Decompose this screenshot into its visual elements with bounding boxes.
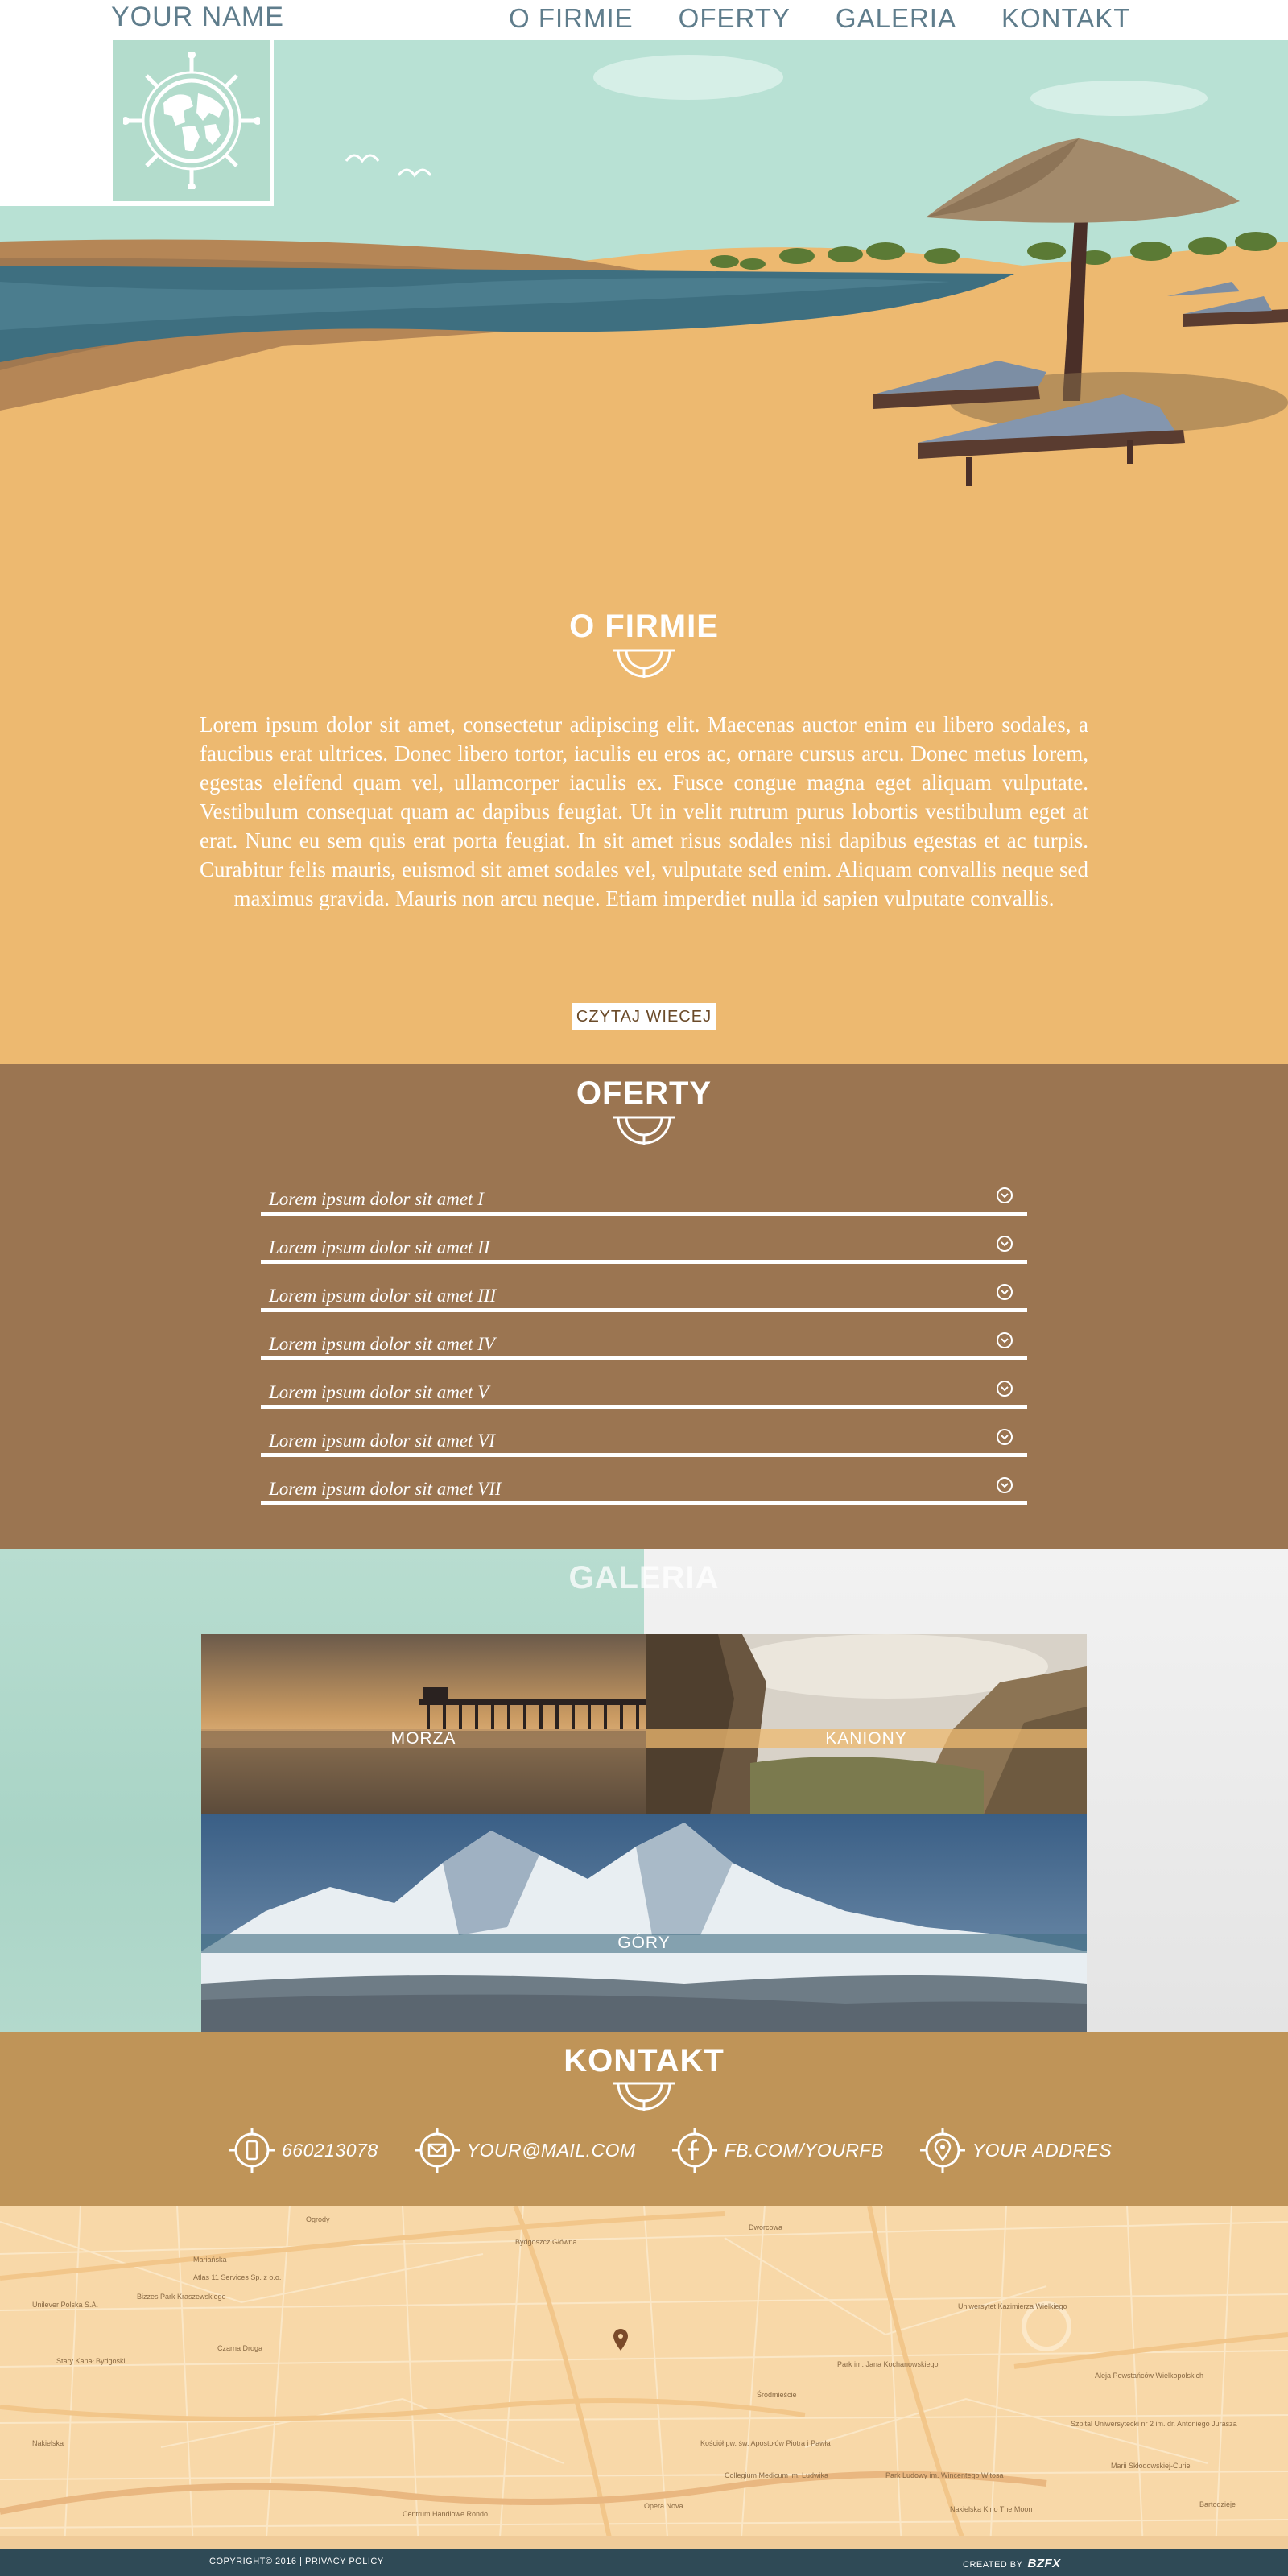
map-label: Nakielska Kino The Moon xyxy=(950,2505,1033,2513)
chevron-down-icon xyxy=(997,1429,1013,1445)
contact-title: KONTAKT xyxy=(564,2043,724,2079)
map-label: Śródmieście xyxy=(757,2391,797,2399)
chevron-down-icon xyxy=(997,1236,1013,1252)
tile-label: GÓRY xyxy=(201,1934,1087,1953)
chevron-down-icon xyxy=(997,1284,1013,1300)
tile-label: MORZA xyxy=(390,1729,456,1748)
offer-item[interactable]: Lorem ipsum dolor sit amet IV xyxy=(261,1312,1027,1360)
map-label: Szpital Uniwersytecki nr 2 im. dr. Anton… xyxy=(1071,2420,1237,2428)
chevron-down-icon xyxy=(997,1332,1013,1348)
brand-name[interactable]: YOUR NAME xyxy=(111,2,284,33)
nav-link-galeria[interactable]: GALERIA xyxy=(836,3,956,34)
half-wheel-icon xyxy=(613,649,675,678)
map-label: Nakielska xyxy=(32,2439,64,2447)
offer-item[interactable]: Lorem ipsum dolor sit amet II xyxy=(261,1216,1027,1264)
offer-item[interactable]: Lorem ipsum dolor sit amet V xyxy=(261,1360,1027,1409)
chevron-down-icon xyxy=(997,1187,1013,1203)
about-paragraph: Lorem ipsum dolor sit amet, consectetur … xyxy=(200,712,1088,910)
canyon-image xyxy=(646,1634,1087,1814)
map-label: Park Ludowy im. Wincentego Witosa xyxy=(886,2471,1004,2479)
map-label: Dworcowa xyxy=(749,2223,783,2231)
pier-sunset-image xyxy=(201,1634,646,1814)
nav-link-o-firmie[interactable]: O FIRMIE xyxy=(509,3,634,34)
map-label: Unilever Polska S.A. xyxy=(32,2301,99,2309)
map-label: Czarna Droga xyxy=(217,2344,263,2352)
offer-label: Lorem ipsum dolor sit amet VII xyxy=(269,1479,502,1499)
map-label: Stary Kanał Bydgoski xyxy=(56,2357,126,2365)
footer: COPYRIGHT© 2016 | PRIVACY POLICY CREATED… xyxy=(0,2549,1288,2576)
contact-address[interactable]: YOUR ADDRES xyxy=(919,2127,1112,2174)
email-address: YOUR@MAIL.COM xyxy=(466,2139,636,2161)
copyright-text[interactable]: COPYRIGHT© 2016 | PRIVACY POLICY xyxy=(209,2557,384,2566)
chevron-down-icon xyxy=(997,1477,1013,1493)
about-section: O FIRMIE Lorem ipsum dolor sit amet, con… xyxy=(0,523,1288,1064)
gallery-tile-kaniony[interactable]: KANIONY xyxy=(646,1634,1087,1814)
map-label: Marii Skłodowskiej-Curie xyxy=(1111,2462,1191,2470)
gallery-tile-gory[interactable]: GÓRY xyxy=(201,1814,1087,2032)
location-map[interactable]: Bydgoszcz Główna Mariańska Ogrody Dworco… xyxy=(0,2206,1288,2549)
gallery-tile-morza[interactable]: MORZA xyxy=(201,1634,646,1814)
ship-wheel-globe-icon xyxy=(123,52,260,189)
credit-label: CREATED BY xyxy=(963,2560,1023,2570)
map-label: Bizzes Park Kraszewskiego xyxy=(137,2293,226,2301)
contact-section: KONTAKT 660213078 YOUR@MAIL.COM FB.COM/Y… xyxy=(0,2032,1288,2206)
offer-list: Lorem ipsum dolor sit amet I Lorem ipsum… xyxy=(261,1167,1027,1505)
map-label: Bydgoszcz Główna xyxy=(515,2238,577,2246)
map-label: Mariańska xyxy=(193,2256,227,2264)
nav-link-oferty[interactable]: OFERTY xyxy=(679,3,791,34)
top-navigation-bar: YOUR NAME O FIRMIE OFERTY GALERIA KONTAK… xyxy=(0,0,1288,40)
map-label: Collegium Medicum im. Ludwika xyxy=(724,2471,829,2479)
map-label: Opera Nova xyxy=(644,2502,683,2510)
contact-facebook[interactable]: FB.COM/YOURFB xyxy=(671,2127,884,2174)
offers-section: OFERTY Lorem ipsum dolor sit amet I Lore… xyxy=(0,1064,1288,1549)
map-label: Centrum Handlowe Rondo xyxy=(402,2510,489,2518)
map-label: Uniwersytet Kazimierza Wielkiego xyxy=(958,2302,1067,2310)
offer-label: Lorem ipsum dolor sit amet IV xyxy=(269,1334,495,1354)
map-label: Aleja Powstańców Wielkopolskich xyxy=(1095,2372,1204,2380)
contact-email[interactable]: YOUR@MAIL.COM xyxy=(414,2127,636,2174)
map-label: Ogrody xyxy=(306,2215,330,2223)
gallery-section: GALERIA MORZA KANIONY GÓRY xyxy=(0,1549,1288,2032)
main-nav: O FIRMIE OFERTY GALERIA KONTAKT xyxy=(509,3,1130,34)
contact-phone[interactable]: 660213078 xyxy=(229,2127,378,2174)
phone-number: 660213078 xyxy=(282,2139,378,2161)
nav-link-kontakt[interactable]: KONTAKT xyxy=(1001,3,1130,34)
offer-label: Lorem ipsum dolor sit amet II xyxy=(269,1237,490,1257)
facebook-link: FB.COM/YOURFB xyxy=(724,2139,884,2161)
map-label: Kościół pw. św. Apostołów Piotra i Pawła xyxy=(700,2439,831,2447)
offer-item[interactable]: Lorem ipsum dolor sit amet VI xyxy=(261,1409,1027,1457)
map-label: Atlas 11 Services Sp. z o.o. xyxy=(193,2273,282,2281)
mountains-image xyxy=(201,1814,1087,2032)
half-wheel-icon xyxy=(613,2082,675,2111)
envelope-icon xyxy=(414,2128,460,2173)
address-text: YOUR ADDRES xyxy=(972,2139,1113,2161)
chevron-down-icon xyxy=(997,1381,1013,1397)
map-label: Bartodzieje xyxy=(1199,2500,1236,2508)
offer-label: Lorem ipsum dolor sit amet I xyxy=(269,1189,484,1209)
read-more-button[interactable]: CZYTAJ WIECEJ xyxy=(572,1003,716,1030)
offer-label: Lorem ipsum dolor sit amet V xyxy=(269,1382,489,1402)
phone-icon xyxy=(229,2128,275,2173)
gallery-title: GALERIA xyxy=(568,1560,720,1596)
logo[interactable] xyxy=(113,40,270,201)
offers-title: OFERTY xyxy=(576,1075,712,1111)
creator-logo[interactable]: BZFX xyxy=(1027,2557,1060,2570)
map-label: Park im. Jana Kochanowskiego xyxy=(837,2360,939,2368)
offer-label: Lorem ipsum dolor sit amet VI xyxy=(269,1430,495,1451)
facebook-icon xyxy=(671,2128,717,2173)
credit: CREATED BY BZFX xyxy=(963,2557,1061,2570)
half-wheel-icon xyxy=(613,1116,675,1145)
map-pin-icon xyxy=(919,2128,965,2173)
offer-item[interactable]: Lorem ipsum dolor sit amet III xyxy=(261,1264,1027,1312)
tile-label: KANIONY xyxy=(646,1729,1087,1748)
contact-list: 660213078 YOUR@MAIL.COM FB.COM/YOURFB YO… xyxy=(229,2127,1112,2174)
offer-item[interactable]: Lorem ipsum dolor sit amet VII xyxy=(261,1457,1027,1505)
offer-label: Lorem ipsum dolor sit amet III xyxy=(269,1286,497,1306)
offer-item[interactable]: Lorem ipsum dolor sit amet I xyxy=(261,1167,1027,1216)
about-title: O FIRMIE xyxy=(569,609,719,644)
